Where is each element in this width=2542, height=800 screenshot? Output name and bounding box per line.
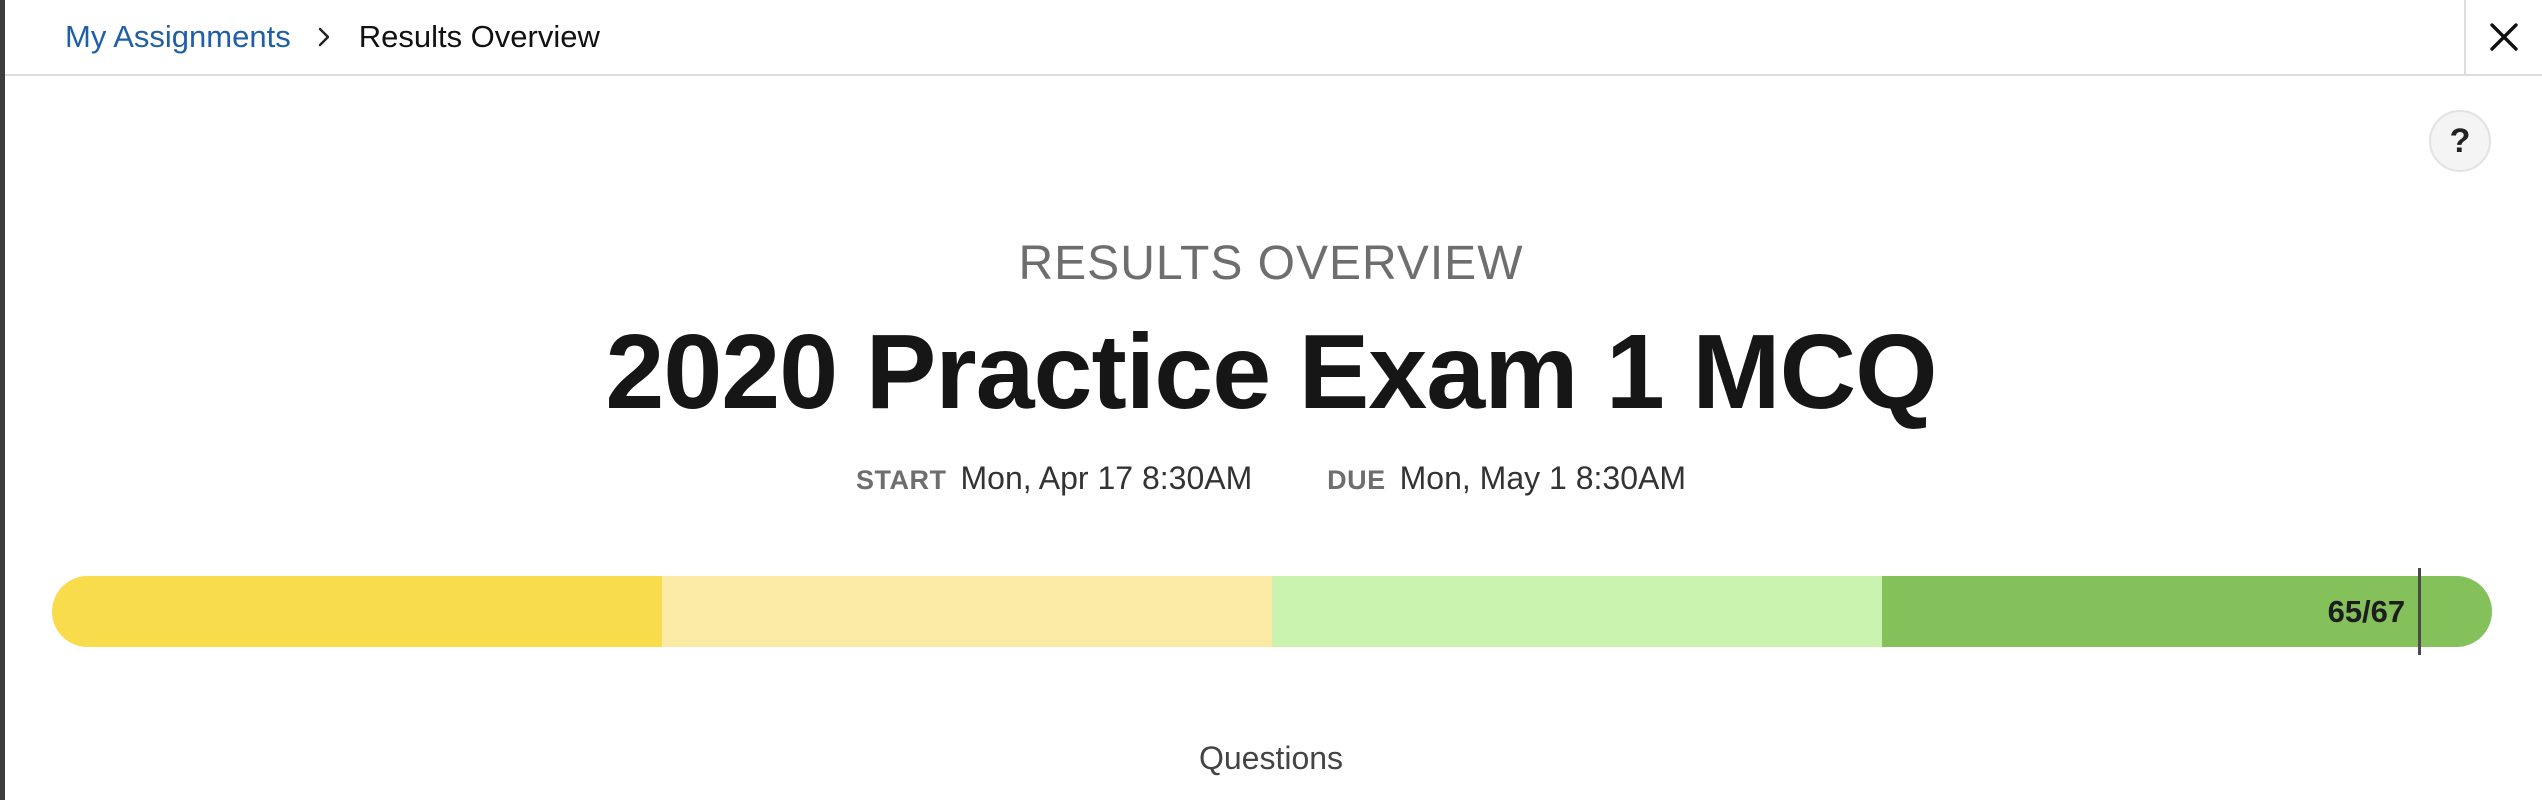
progress-band-3 — [1272, 576, 1882, 647]
progress-band-1 — [52, 576, 662, 647]
help-icon: ? — [2449, 121, 2471, 160]
score-progress-bar — [52, 576, 2492, 647]
top-bar: My Assignments Results Overview — [5, 0, 2542, 76]
help-button[interactable]: ? — [2429, 110, 2491, 172]
score-marker — [2418, 568, 2422, 655]
close-button[interactable] — [2464, 0, 2542, 74]
questions-section-label: Questions — [1198, 740, 1344, 776]
progress-band-2 — [662, 576, 1272, 647]
assignment-title: 2020 Practice Exam 1 MCQ — [605, 313, 1937, 431]
due-label: DUE — [1327, 465, 1386, 495]
start-date: Mon, Apr 17 8:30AM — [960, 460, 1253, 496]
chevron-right-icon — [318, 27, 329, 47]
score-value: 65/67 — [2327, 594, 2406, 629]
breadcrumb: My Assignments Results Overview — [65, 0, 600, 74]
assignment-dates: START Mon, Apr 17 8:30AM DUE Mon, May 1 8:… — [0, 460, 2542, 497]
start-label: START — [856, 465, 947, 495]
breadcrumb-current: Results Overview — [358, 19, 600, 54]
due-date: Mon, May 1 8:30AM — [1399, 460, 1686, 496]
close-icon — [2490, 23, 2518, 51]
results-overview-heading: RESULTS OVERVIEW — [1018, 237, 1524, 290]
breadcrumb-my-assignments-link[interactable]: My Assignments — [65, 19, 291, 55]
